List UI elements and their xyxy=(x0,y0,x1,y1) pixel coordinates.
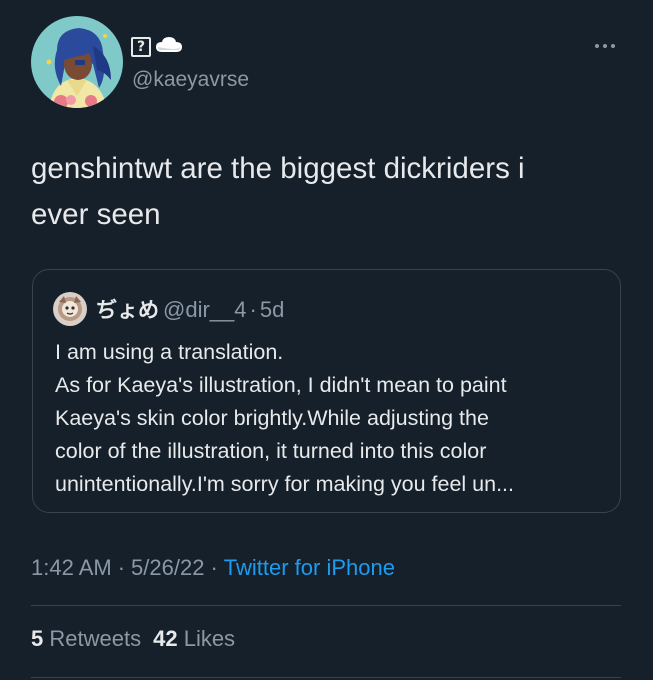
author-handle[interactable]: @kaeyavrse xyxy=(132,68,249,92)
quoted-display-name[interactable]: ぢょめ xyxy=(96,298,159,322)
author-display-name[interactable]: ? xyxy=(131,34,184,59)
retweets-stat[interactable]: 5 Retweets xyxy=(31,626,141,651)
retweets-label: Retweets xyxy=(49,626,142,651)
display-name-glyph: ? xyxy=(131,36,151,57)
quoted-handle[interactable]: @dir__4 xyxy=(163,297,247,322)
divider xyxy=(31,677,621,678)
cloud-icon xyxy=(154,34,184,59)
tweet-source-link[interactable]: Twitter for iPhone xyxy=(224,555,395,580)
quoted-avatar-image xyxy=(53,292,87,326)
tweet-text: genshintwt are the biggest dickriders i … xyxy=(31,146,631,238)
retweets-count: 5 xyxy=(31,626,44,651)
quoted-tweet-header: ぢょめ @dir__4 · 5d xyxy=(96,294,284,324)
quoted-text-line: color of the illustration, it turned int… xyxy=(55,439,487,463)
tweet-date[interactable]: 5/26/22 xyxy=(131,555,204,580)
meta-separator: · xyxy=(210,555,218,580)
more-options-button[interactable] xyxy=(594,37,616,55)
quoted-separator: · xyxy=(249,297,257,322)
more-dots-icon xyxy=(595,44,615,48)
tweet-text-line: genshintwt are the biggest dickriders i xyxy=(31,152,525,185)
quoted-text-line: As for Kaeya's illustration, I didn't me… xyxy=(55,373,507,397)
tweet-meta: 1:42 AM · 5/26/22 · Twitter for iPhone xyxy=(31,555,395,581)
quoted-author-avatar[interactable] xyxy=(53,292,87,326)
likes-label: Likes xyxy=(183,626,236,651)
quoted-text-line: Kaeya's skin color brightly.While adjust… xyxy=(55,406,489,430)
divider xyxy=(31,605,621,606)
quoted-text-line: I am using a translation. xyxy=(55,340,284,364)
quoted-tweet[interactable]: ぢょめ @dir__4 · 5d I am using a translation. … xyxy=(32,269,621,513)
quoted-timestamp: 5d xyxy=(259,297,285,322)
meta-separator: · xyxy=(117,555,126,580)
tweet-stats: 5 Retweets 42 Likes xyxy=(31,626,235,652)
quoted-tweet-text: I am using a translation. As for Kaeya's… xyxy=(55,336,615,501)
likes-stat[interactable]: 42 Likes xyxy=(153,626,235,651)
quoted-text-line: unintentionally.I'm sorry for making you… xyxy=(55,472,515,496)
likes-count: 42 xyxy=(153,626,178,651)
tweet-time[interactable]: 1:42 AM xyxy=(31,555,112,580)
author-avatar[interactable] xyxy=(31,16,123,108)
tweet-text-line: ever seen xyxy=(31,198,161,231)
avatar-image xyxy=(31,16,123,108)
